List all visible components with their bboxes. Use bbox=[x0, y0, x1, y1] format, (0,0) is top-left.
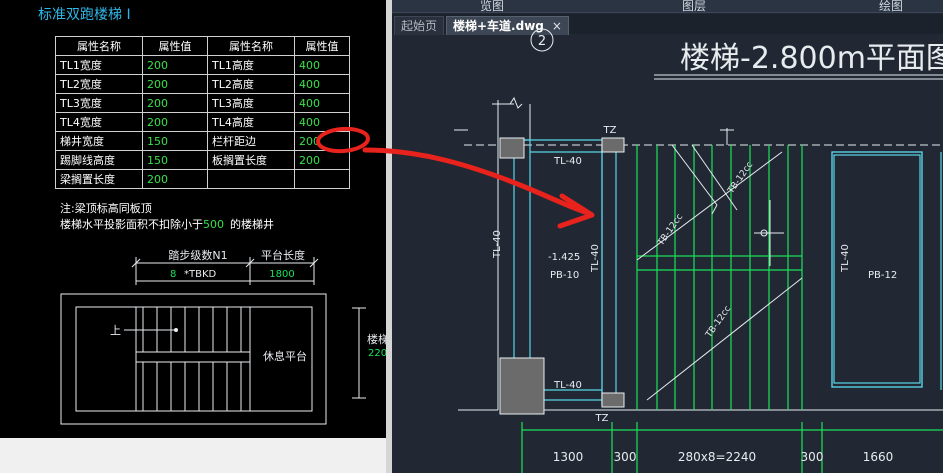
param-name: TL2宽度 bbox=[55, 74, 143, 94]
param-name: TL3宽度 bbox=[55, 93, 143, 113]
header-cell: 属性值 bbox=[294, 36, 350, 56]
label-pb10: PB-10 bbox=[550, 270, 579, 281]
param-name: 栏杆距边 bbox=[207, 131, 295, 151]
dim-steps-expr: *TBKD bbox=[184, 269, 217, 280]
note-line-2: 楼梯水平投影面积不扣除小于500 的楼梯井 bbox=[60, 216, 274, 232]
dimension-text: 1660 bbox=[863, 450, 894, 464]
param-name: 梁搁置长度 bbox=[55, 169, 143, 189]
panel-footer bbox=[0, 438, 386, 473]
param-name: TL1宽度 bbox=[55, 55, 143, 75]
plan-rest-label: 休息平台 bbox=[263, 349, 307, 363]
param-name: TL4宽度 bbox=[55, 112, 143, 132]
param-name: TL2高度 bbox=[207, 74, 295, 94]
param-name: 梯井宽度 bbox=[55, 131, 143, 151]
table-row: TL4宽度 200 TL4高度 400 bbox=[55, 112, 350, 132]
label-tz-top: TZ bbox=[603, 125, 617, 136]
section-number: 2 bbox=[538, 34, 546, 49]
table-row: TL3宽度 200 TL3高度 400 bbox=[55, 93, 350, 113]
dim-steps-value: 8 bbox=[170, 269, 176, 280]
label-tl40-bottom: TL-40 bbox=[553, 380, 582, 391]
param-value[interactable]: 200 bbox=[142, 55, 208, 75]
panel-title: 标准双跑楼梯 I bbox=[38, 7, 131, 23]
param-value[interactable]: 200 bbox=[142, 93, 208, 113]
param-value[interactable]: 150 bbox=[142, 150, 208, 170]
header-cell: 属性值 bbox=[142, 36, 208, 56]
dimension-text: 300 bbox=[801, 450, 824, 464]
column-block bbox=[499, 137, 525, 159]
param-value[interactable]: 400 bbox=[294, 74, 350, 94]
param-value[interactable]: 200 bbox=[142, 112, 208, 132]
table-row: 梯井宽度 150 栏杆距边 200 bbox=[55, 131, 350, 151]
table-row: TL2宽度 200 TL2高度 400 bbox=[55, 74, 350, 94]
note-line-1: 注:梁顶标高同板顶 bbox=[60, 202, 152, 215]
param-value[interactable]: 400 bbox=[294, 93, 350, 113]
label-tl40-top: TL-40 bbox=[553, 156, 582, 167]
param-value[interactable]: 400 bbox=[294, 55, 350, 75]
up-arrow-dot bbox=[174, 328, 178, 332]
header-cell: 属性名称 bbox=[207, 36, 295, 56]
dim-platform-header: 平台长度 bbox=[261, 248, 305, 262]
plan-side-value: 220 bbox=[368, 348, 386, 359]
plan-title: 楼梯-2.800m平面图 bbox=[680, 41, 943, 76]
param-name: TL3高度 bbox=[207, 93, 295, 113]
label-tb12-a: TB-12cc bbox=[656, 212, 686, 248]
parameter-table: 属性名称 属性值 属性名称 属性值 TL1宽度 200 TL1高度 400 TL… bbox=[55, 36, 350, 189]
label-tl40-vertical-left: TL-40 bbox=[492, 230, 503, 259]
dimension-text: 1300 bbox=[553, 450, 584, 464]
header-cell: 属性名称 bbox=[55, 36, 143, 56]
column-block bbox=[601, 392, 625, 408]
label-tb12-b: TB-12cc bbox=[726, 160, 756, 196]
stair-plan-drawing: 2 楼梯-2.800m平面图 TZ TZ TL-40 TL-40 TL-40 T… bbox=[454, 28, 943, 473]
column-block bbox=[601, 137, 625, 153]
param-name: 踢脚线高度 bbox=[55, 150, 143, 170]
param-name: TL4高度 bbox=[207, 112, 295, 132]
label-elevation: -1.425 bbox=[548, 252, 580, 263]
param-value[interactable]: 200 bbox=[294, 150, 350, 170]
stair-parameter-panel: 标准双跑楼梯 I 属性名称 属性值 属性名称 属性值 TL1宽度 200 TL1… bbox=[0, 0, 386, 438]
note-value: 500 bbox=[203, 218, 224, 231]
dim-steps-header: 踏步级数N1 bbox=[168, 248, 227, 262]
label-pb12: PB-12 bbox=[868, 270, 897, 281]
param-value[interactable]: 200 bbox=[142, 74, 208, 94]
param-name bbox=[207, 169, 295, 189]
label-tl40-vertical-mid: TL-40 bbox=[590, 244, 601, 273]
param-name: TL1高度 bbox=[207, 55, 295, 75]
param-value[interactable] bbox=[294, 169, 350, 189]
param-value[interactable]: 400 bbox=[294, 112, 350, 132]
dimension-text: 300 bbox=[614, 450, 637, 464]
param-value[interactable]: 200 bbox=[142, 169, 208, 189]
param-name: 板搁置长度 bbox=[207, 150, 295, 170]
dim-platform-value: 1800 bbox=[269, 269, 294, 280]
table-header-row: 属性名称 属性值 属性名称 属性值 bbox=[55, 36, 350, 56]
param-value[interactable]: 200 bbox=[294, 131, 350, 151]
table-row: 踢脚线高度 150 板搁置长度 200 bbox=[55, 150, 350, 170]
table-row: TL1宽度 200 TL1高度 400 bbox=[55, 55, 350, 75]
plan-up-label: 上 bbox=[110, 324, 121, 337]
column-block bbox=[499, 357, 545, 415]
plan-side-label: 楼梯 bbox=[367, 332, 386, 346]
note-text: 的楼梯井 bbox=[230, 218, 274, 231]
table-row: 梁搁置长度 200 bbox=[55, 169, 350, 189]
label-tz-bottom: TZ bbox=[595, 413, 609, 424]
dimension-text: 280x8=2240 bbox=[678, 450, 756, 464]
cad-drawing-area[interactable]: 览图 图层 绘图 起始页 楼梯+车道.dwg× 2 楼梯-2.800m平面图 bbox=[392, 0, 943, 473]
label-tl40-vertical-right: TL-40 bbox=[840, 244, 851, 273]
note-text: 楼梯水平投影面积不扣除小于 bbox=[60, 218, 203, 231]
param-value[interactable]: 150 bbox=[142, 131, 208, 151]
